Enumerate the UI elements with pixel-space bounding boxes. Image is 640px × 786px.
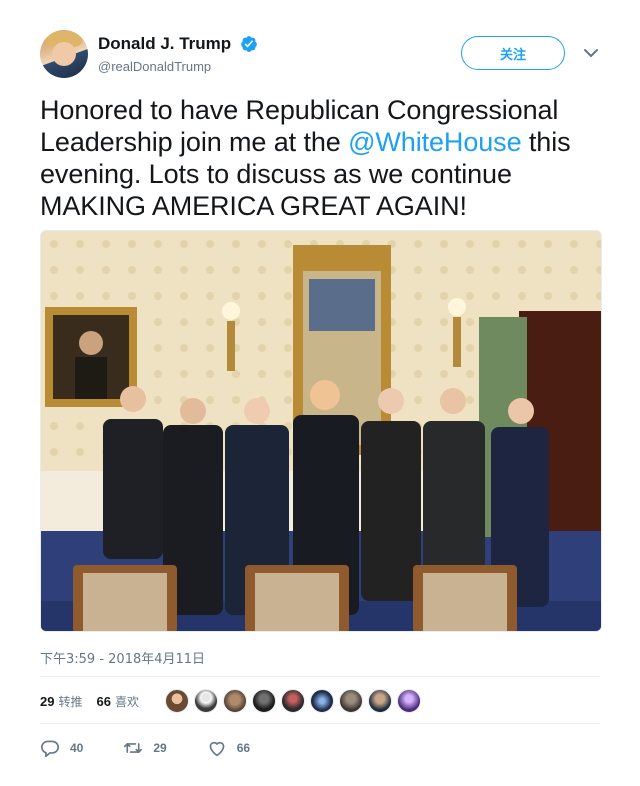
reply-icon (41, 740, 59, 757)
mention-link[interactable]: @WhiteHouse (348, 127, 521, 157)
author-info: Donald J. Trump @realDonaldTrump (98, 34, 258, 74)
retweet-stat-count: 29 (40, 693, 55, 709)
liker-avatar[interactable] (338, 689, 363, 713)
tweet-photo[interactable] (40, 230, 602, 632)
tweet-text: Honored to have Republican Congressional… (40, 94, 610, 222)
tweet-header: Donald J. Trump @realDonaldTrump 关注 (40, 30, 610, 82)
chevron-down-icon[interactable] (581, 43, 601, 63)
retweet-stat[interactable]: 29 转推 (40, 693, 82, 710)
like-stat-count: 66 (96, 693, 111, 709)
liker-avatar[interactable] (367, 689, 392, 713)
display-name[interactable]: Donald J. Trump (98, 34, 231, 54)
liker-avatar[interactable] (193, 689, 218, 713)
avatar[interactable] (40, 30, 88, 78)
heart-icon (209, 741, 225, 757)
liker-avatar[interactable] (396, 689, 421, 713)
reply-count: 40 (70, 741, 84, 755)
tweet-stats: 29 转推 66 喜欢 (40, 689, 426, 713)
liker-avatar[interactable] (280, 689, 305, 713)
liker-avatar[interactable] (309, 689, 334, 713)
like-stat[interactable]: 66 喜欢 (96, 693, 138, 710)
liker-avatar[interactable] (222, 689, 247, 713)
divider (40, 723, 600, 724)
retweet-count: 29 (153, 741, 167, 755)
like-button[interactable]: 66 (207, 739, 250, 757)
liker-avatars (164, 689, 426, 713)
verified-badge-icon (240, 36, 257, 52)
retweet-stat-label: 转推 (58, 694, 83, 709)
liker-avatar[interactable] (164, 689, 189, 713)
tweet-actions: 40 29 66 (40, 737, 290, 759)
follow-button[interactable]: 关注 (461, 36, 565, 70)
like-count: 66 (236, 741, 251, 755)
liker-avatar[interactable] (251, 689, 276, 713)
tweet-timestamp[interactable]: 下午3:59 - 2018年4月11日 (40, 648, 205, 667)
photo-image (41, 231, 601, 631)
user-handle[interactable]: @realDonaldTrump (98, 59, 258, 74)
retweet-button[interactable]: 29 (123, 739, 167, 757)
retweet-icon (124, 743, 143, 753)
like-stat-label: 喜欢 (114, 694, 139, 709)
divider (40, 676, 600, 677)
reply-button[interactable]: 40 (40, 739, 83, 757)
